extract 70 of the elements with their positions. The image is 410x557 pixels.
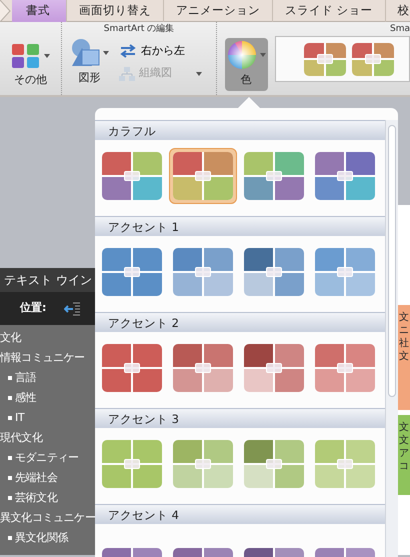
pane-title: テキスト ウイン <box>0 268 96 292</box>
section-header: アクセント 1 <box>95 216 385 236</box>
slide-text: 文 <box>399 350 410 363</box>
tab[interactable]: 書式 <box>12 0 67 22</box>
outline-item[interactable]: 言語 <box>15 368 36 388</box>
caret-icon <box>44 54 50 58</box>
color-option[interactable] <box>169 148 237 204</box>
outline-item[interactable]: 先端社会 <box>15 468 58 488</box>
color-option[interactable] <box>102 248 162 296</box>
outline-item[interactable]: 異文化コミュニケー <box>0 508 96 528</box>
outline-item[interactable]: 芸術文化 <box>15 488 58 508</box>
section-header: アクセント 3 <box>95 408 385 428</box>
slide-text: 文 <box>399 434 410 447</box>
color-option[interactable] <box>173 248 233 296</box>
color-option[interactable] <box>244 440 304 488</box>
color-option[interactable] <box>102 440 162 488</box>
color-option[interactable] <box>244 344 304 392</box>
style-thumbnail <box>352 42 394 76</box>
ribbon-button[interactable]: 色 <box>224 38 268 90</box>
color-option[interactable] <box>244 248 304 296</box>
color-option[interactable] <box>315 440 375 488</box>
indent-icon <box>64 302 80 316</box>
shapes-icon <box>70 38 100 68</box>
color-option[interactable] <box>102 344 162 392</box>
section-header: アクセント 4 <box>95 504 385 524</box>
outline-item[interactable]: 現代文化 <box>0 428 96 448</box>
outline-item[interactable]: IT <box>15 408 24 428</box>
section-header: カラフル <box>95 120 385 140</box>
outline-item[interactable]: 情報コミュニケー <box>0 348 96 368</box>
color-option[interactable] <box>315 344 375 392</box>
style-thumbnail <box>304 42 346 76</box>
scroll-thumb[interactable] <box>388 125 396 397</box>
org-chart-icon <box>119 66 135 82</box>
color-option[interactable] <box>315 152 375 200</box>
ribbon-button[interactable]: 図形 <box>68 36 111 88</box>
layout-icon <box>11 42 41 70</box>
bullet-icon <box>8 496 12 500</box>
caret-icon <box>260 53 266 57</box>
bullet-icon <box>8 396 12 400</box>
bullet-icon <box>8 416 12 420</box>
position-label: 位置: <box>20 300 46 316</box>
outline-item[interactable]: 感性 <box>15 388 36 408</box>
caret-icon <box>103 51 109 55</box>
scrollbar[interactable] <box>385 120 398 557</box>
color-option[interactable] <box>173 344 233 392</box>
color-option[interactable] <box>315 248 375 296</box>
color-wheel-icon <box>226 40 256 70</box>
slide-text: 文 <box>399 421 410 434</box>
section-header: アクセント 2 <box>95 312 385 332</box>
color-option[interactable] <box>244 152 304 200</box>
outline-item[interactable]: モダニティー <box>15 448 79 468</box>
group-label: SmartArt の編集 <box>102 22 176 36</box>
swap-arrows-icon <box>119 44 137 58</box>
slide-text: 文 <box>399 311 410 324</box>
ribbon-button[interactable]: その他 <box>9 40 52 90</box>
bullet-icon <box>8 476 12 480</box>
ribbon-button[interactable]: 右から左 <box>117 42 204 60</box>
bullet-icon <box>8 456 12 460</box>
outline-item[interactable]: 異文化関係 <box>15 528 68 548</box>
slide-text: 社 <box>399 337 410 350</box>
bullet-icon <box>8 536 12 540</box>
caret-icon <box>196 72 202 76</box>
color-option[interactable] <box>173 440 233 488</box>
slide-text: ア <box>399 447 410 460</box>
slide-text: コ <box>399 460 410 473</box>
color-option[interactable] <box>102 152 162 200</box>
slide-text: ニ <box>399 324 410 337</box>
outline-item[interactable]: 文化 <box>0 328 96 348</box>
group-label: Sma <box>389 23 410 36</box>
bullet-icon <box>8 376 12 380</box>
